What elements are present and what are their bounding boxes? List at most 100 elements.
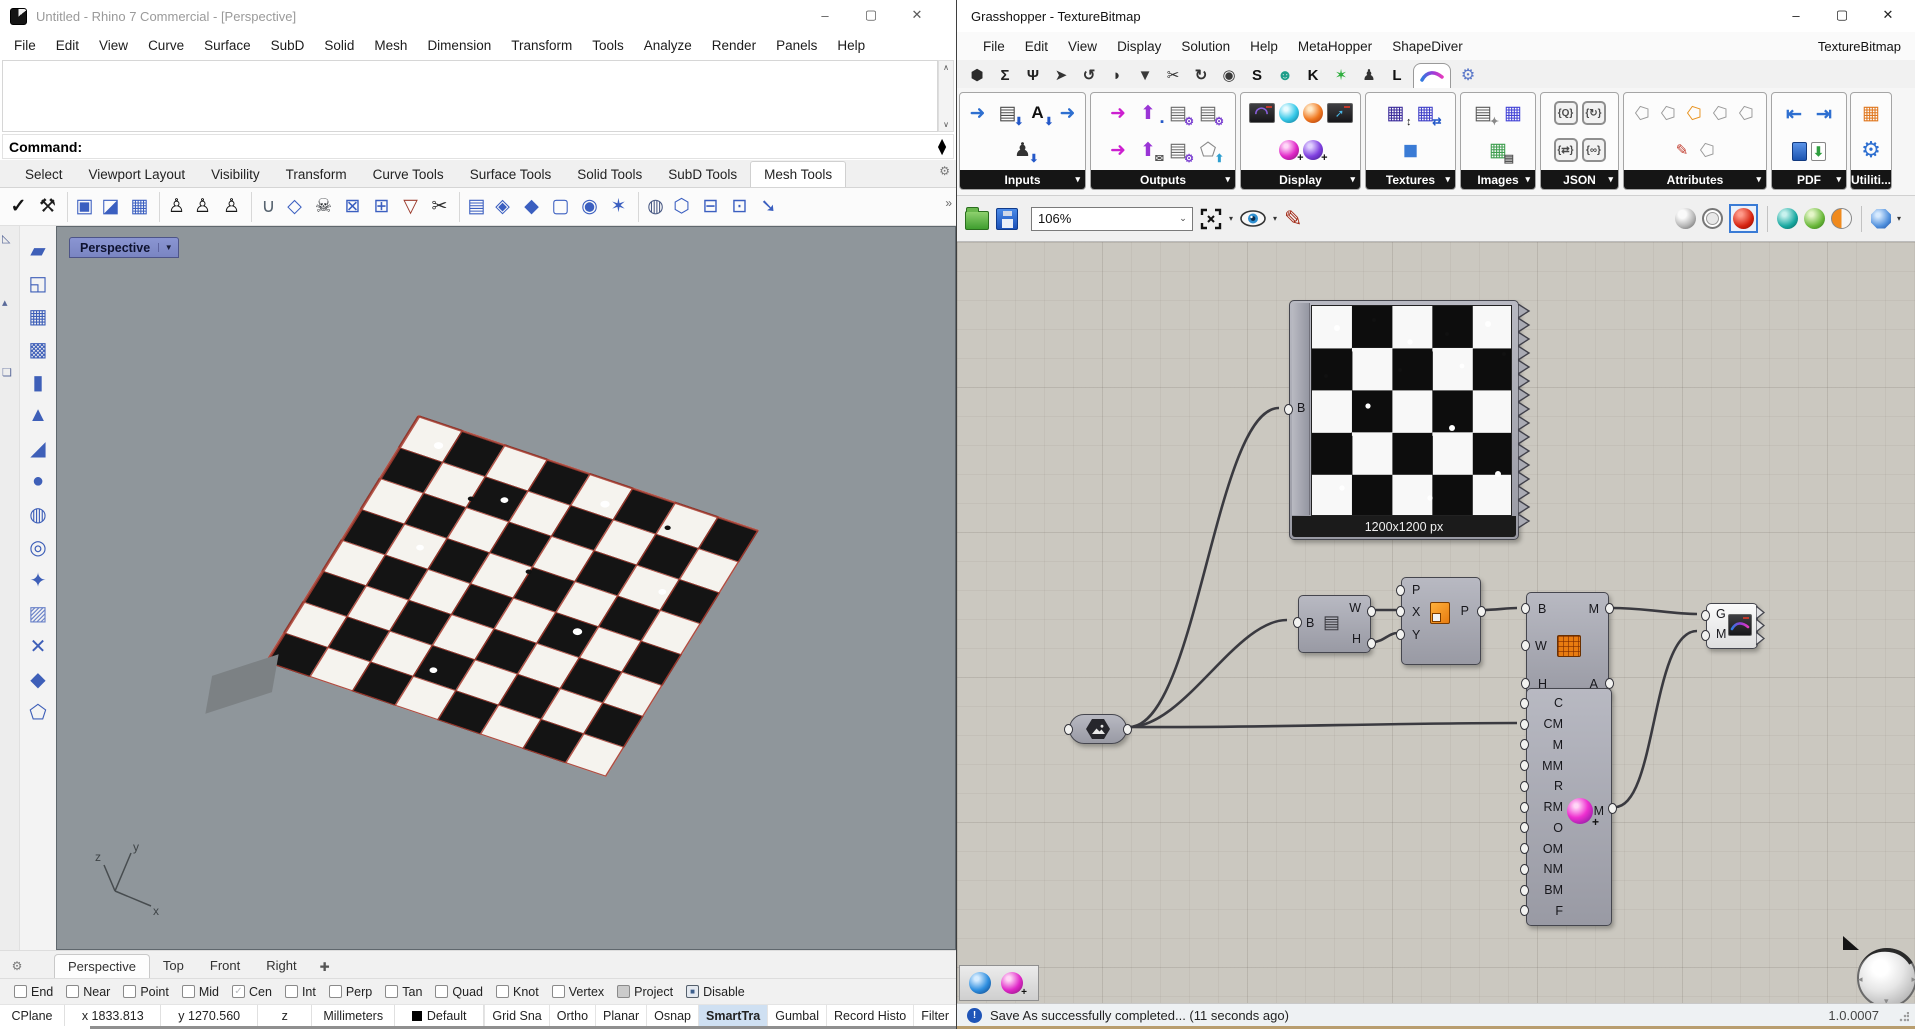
mesh-tool-icon[interactable]: ▦ [125,192,154,222]
mesh-tool-icon[interactable]: ⊟ [696,192,725,222]
status-toggle[interactable]: Planar [595,1005,646,1026]
sidebar-tool-icon[interactable]: ✕ [24,632,52,660]
mesh-tool-icon[interactable]: ◉ [575,192,604,222]
rhino-menu-item[interactable]: SubD [261,38,315,53]
osnap-toggle[interactable]: Tan [385,985,422,999]
pdf-document-icon[interactable] [1792,142,1807,161]
material-component[interactable]: C CM M MM [1526,688,1612,926]
sidebar-tool-icon[interactable]: ◍ [24,500,52,528]
dock-mini-icon[interactable]: ◺ [2,232,10,245]
open-file-icon[interactable] [965,211,989,230]
display-orb-icon[interactable]: + [1303,140,1323,160]
toolbar-overflow-icon[interactable]: » [945,196,952,210]
port-out-M[interactable] [1608,803,1617,814]
chevron-down-icon[interactable]: ▾ [1229,214,1233,223]
chevron-down-icon[interactable]: ▾ [1273,214,1277,223]
osnap-checkbox[interactable] [617,985,630,998]
category-tab-icon[interactable]: ⬢ [963,66,991,88]
mesh-tool-icon[interactable]: ◇ [280,192,309,222]
rhino-menu-item[interactable]: Render [702,38,766,53]
mesh-tool-icon[interactable]: ⬡ [667,192,696,222]
preview-split-icon[interactable] [1831,208,1852,229]
osnap-checkbox[interactable] [552,985,565,998]
viewport-title-tab[interactable]: Perspective ▼ [69,237,179,258]
port-in-B[interactable] [1284,404,1293,415]
sidebar-tool-icon[interactable]: ◱ [24,269,52,297]
sidebar-tool-icon[interactable]: ◎ [24,533,52,561]
sidebar-tool-icon[interactable]: ▦ [24,302,52,330]
preview-off-icon[interactable] [1675,208,1696,229]
scroll-down-icon[interactable]: ∨ [943,120,949,129]
units-cell[interactable]: Millimeters [312,1005,394,1026]
mesh-tool-icon[interactable]: ✂ [425,192,454,222]
rhino-menu-item[interactable]: Curve [138,38,194,53]
mesh-tool-icon[interactable]: ♙ [188,192,217,222]
grasshopper-menu-item[interactable]: Display [1107,39,1171,54]
port-in[interactable] [1520,864,1529,875]
grasshopper-menu-item[interactable]: ShapeDiver [1382,39,1473,54]
preview-window-component[interactable]: G M [1706,603,1758,649]
port-in-G[interactable] [1701,610,1710,621]
port-in-P[interactable] [1396,585,1405,596]
pdf-export-icon[interactable]: ⬇ [1811,142,1826,161]
input-component-icon[interactable]: ▤⬇ [995,100,1021,126]
save-file-icon[interactable] [996,208,1018,230]
grasshopper-menu-item[interactable]: File [973,39,1015,54]
mesh-tool-icon[interactable]: ➘ [754,192,783,222]
chevron-down-icon[interactable]: ▼ [158,243,178,252]
osnap-checkbox[interactable]: ✓ [232,985,245,998]
json-component-icon[interactable]: {Q} [1554,101,1578,125]
json-component-icon[interactable]: {⇄} [1554,138,1578,162]
sidebar-tool-icon[interactable]: ◆ [24,665,52,693]
sidebar-tool-icon[interactable]: ▮ [24,368,52,396]
toolbar-tab[interactable]: Mesh Tools [750,161,846,187]
viewport-tab[interactable]: Top [150,954,197,978]
chevron-down-icon[interactable]: ⌄ [1174,213,1192,224]
tag-icon[interactable]: ⬠ [1698,139,1718,161]
osnap-checkbox[interactable] [14,985,27,998]
osnap-toggle[interactable]: Knot [496,985,539,999]
mesh-tool-icon[interactable]: ◆ [517,192,546,222]
preview-shaded-selected[interactable] [1729,204,1758,233]
osnap-toggle[interactable]: Perp [329,985,372,999]
osnap-toggle[interactable]: Vertex [552,985,604,999]
display-window-icon[interactable]: ➚ [1327,103,1353,123]
sidebar-tool-icon[interactable]: ◢ [24,434,52,462]
group-label[interactable]: Outputs▾ [1091,170,1235,189]
add-viewport-icon[interactable]: ✚ [310,956,340,978]
preview-eye-icon[interactable] [1240,210,1266,227]
mesh-tool-icon[interactable]: ◪ [96,192,125,222]
preview-mesh-quality-icon[interactable] [1871,209,1891,229]
grasshopper-menu-item[interactable]: Help [1240,39,1288,54]
rhino-menu-item[interactable]: Mesh [364,38,417,53]
grasshopper-menu-item[interactable]: Solution [1171,39,1240,54]
osnap-checkbox[interactable] [123,985,136,998]
magenta-material-icon[interactable] [1001,972,1023,994]
cplane-cell[interactable]: CPlane [0,1005,65,1026]
port-in[interactable] [1520,781,1529,792]
tag-icon[interactable]: ⬠ [1659,102,1679,124]
input-component-icon[interactable]: ♟⬇ [1010,137,1036,163]
resize-grip[interactable] [1899,1012,1909,1022]
category-tab-icon[interactable]: ✶ [1327,66,1355,88]
osnap-checkbox[interactable]: ■ [686,985,699,998]
port-in[interactable] [1520,698,1529,709]
osnap-checkbox[interactable] [385,985,398,998]
mesh-tool-icon[interactable]: ⚒ [33,192,62,222]
port-in-B[interactable] [1521,603,1530,614]
utility-component-icon[interactable]: ▦ [1858,100,1884,126]
toolbar-tab[interactable]: Select [12,162,76,187]
output-component-icon[interactable]: ➜ [1105,137,1131,163]
minimize-icon[interactable]: – [1773,0,1819,30]
output-component-icon[interactable]: ⬆▪ [1135,100,1161,126]
osnap-toggle[interactable]: End [14,985,53,999]
tag-icon[interactable]: ✎ [1671,141,1693,159]
port-in-M[interactable] [1701,630,1710,641]
display-orb-icon[interactable] [1279,103,1299,123]
sidebar-tool-icon[interactable]: ⬠ [24,698,52,726]
rhino-menu-item[interactable]: Solid [314,38,364,53]
toolbar-tab[interactable]: Solid Tools [564,162,655,187]
toolbar-tab[interactable]: Viewport Layout [76,162,199,187]
port-out[interactable] [1123,724,1132,735]
toolbar-tab[interactable]: SubD Tools [655,162,750,187]
